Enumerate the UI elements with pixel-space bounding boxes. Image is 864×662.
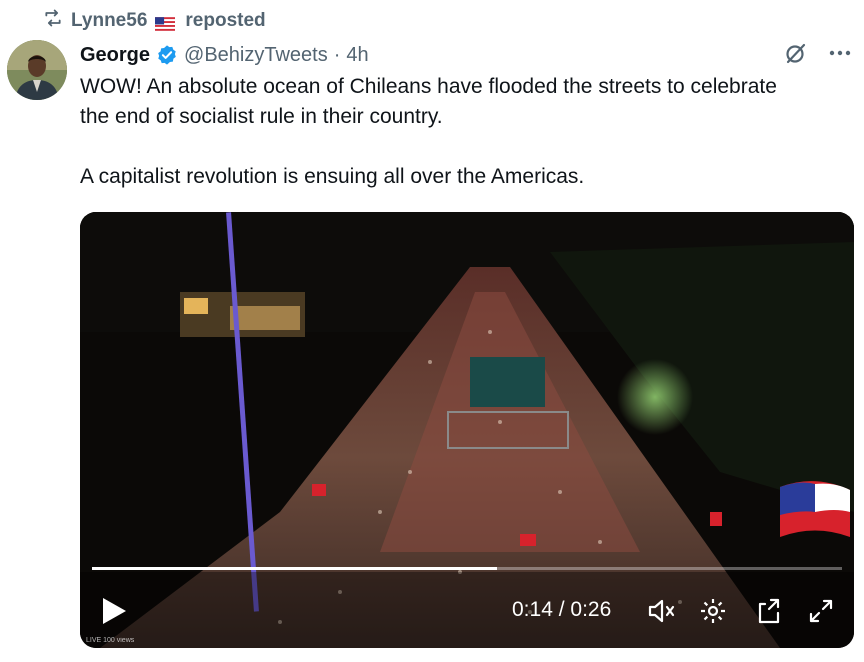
mute-icon[interactable] [646, 596, 676, 626]
post-age[interactable]: 4h [346, 44, 368, 67]
tweet-header: George @BehizyTweets · 4h [80, 40, 369, 70]
duration: 0:26 [570, 598, 612, 621]
video-player[interactable]: 0:14 / 0:26 LIVE 100 views [80, 212, 854, 648]
verified-badge-icon [156, 44, 178, 66]
repost-label: reposted [185, 10, 266, 31]
settings-gear-icon[interactable] [698, 596, 728, 626]
video-controls: 0:14 / 0:26 [80, 578, 854, 648]
author-handle[interactable]: @BehizyTweets [184, 44, 328, 67]
video-progress-bar[interactable] [92, 567, 842, 570]
repost-context[interactable]: Lynne56 reposted [43, 8, 266, 34]
more-options-icon[interactable] [828, 41, 852, 70]
video-progress-fill [92, 567, 497, 570]
us-flag-icon [155, 14, 177, 31]
video-overlay-tag: LIVE 100 views [86, 637, 135, 644]
author-name[interactable]: George [80, 44, 150, 67]
repost-user[interactable]: Lynne56 [71, 10, 147, 32]
time-separator: / [552, 598, 571, 621]
play-icon[interactable] [100, 596, 128, 626]
header-separator: · [333, 43, 341, 66]
current-time: 0:14 [512, 598, 553, 621]
avatar[interactable] [7, 40, 67, 100]
tweet-line-3: A capitalist revolution is ensuing all o… [80, 165, 585, 188]
picture-in-picture-icon[interactable] [754, 596, 784, 626]
repost-icon [43, 8, 63, 34]
tweet-line-1: WOW! An absolute ocean of Chileans have … [80, 75, 777, 98]
tweet-line-2: the end of socialist rule in their count… [80, 105, 443, 128]
grok-icon[interactable] [784, 41, 808, 70]
video-time: 0:14 / 0:26 [512, 598, 611, 622]
tweet-top-actions [784, 40, 852, 70]
fullscreen-icon[interactable] [806, 596, 836, 626]
tweet-text: WOW! An absolute ocean of Chileans have … [80, 72, 855, 192]
